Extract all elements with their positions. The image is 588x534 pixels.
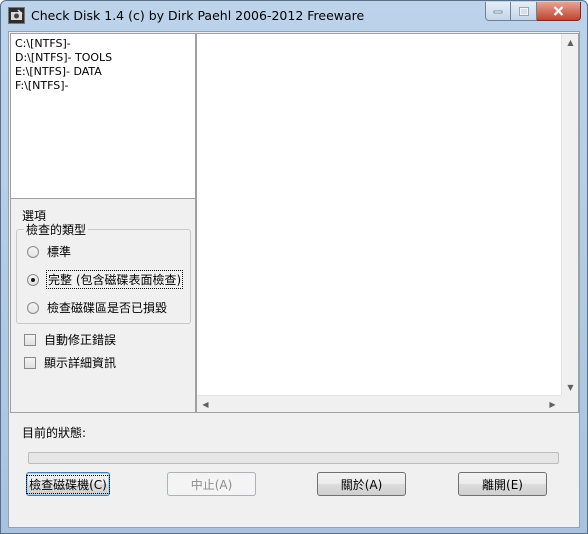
scroll-down-icon[interactable]: ▼ (562, 379, 579, 396)
minimize-button[interactable] (485, 2, 511, 21)
minimize-icon (493, 10, 503, 14)
radio-standard-label[interactable]: 標準 (47, 243, 71, 260)
vertical-scrollbar[interactable]: ▲ ▼ (561, 34, 578, 396)
radio-check-corruption[interactable]: 檢查磁碟區是否已損毀 (27, 299, 167, 316)
checkbox-auto-fix-box[interactable] (24, 333, 36, 346)
drive-item-f[interactable]: F:\[NTFS]- (15, 79, 191, 93)
app-window: Check Disk 1.4 (c) by Dirk Paehl 2006-20… (0, 0, 588, 534)
checkbox-verbose-label[interactable]: 顯示詳細資訊 (44, 354, 116, 371)
checkbox-auto-fix-label[interactable]: 自動修正錯誤 (44, 331, 116, 348)
scroll-left-icon[interactable]: ◀ (197, 396, 214, 413)
maximize-icon (518, 6, 529, 16)
radio-full-label[interactable]: 完整 (包含磁碟表面檢查) (45, 270, 184, 289)
check-disk-button-label: 檢查磁碟機(C) (26, 474, 110, 494)
status-label: 目前的狀態: (22, 426, 87, 440)
radio-standard-circle[interactable] (27, 245, 39, 258)
checkbox-verbose-box[interactable] (24, 356, 36, 369)
scroll-right-icon[interactable]: ▶ (544, 396, 561, 413)
radio-check-corruption-circle[interactable] (27, 301, 39, 314)
client-area: C:\[NTFS]- D:\[NTFS]- TOOLS E:\[NTFS]- D… (8, 31, 580, 528)
drive-list[interactable]: C:\[NTFS]- D:\[NTFS]- TOOLS E:\[NTFS]- D… (10, 33, 196, 199)
maximize-button[interactable] (511, 2, 537, 21)
title-bar[interactable]: Check Disk 1.4 (c) by Dirk Paehl 2006-20… (1, 1, 587, 31)
progress-bar (28, 452, 559, 464)
radio-full[interactable]: 完整 (包含磁碟表面檢查) (27, 270, 184, 289)
radio-standard[interactable]: 標準 (27, 243, 71, 260)
window-title: Check Disk 1.4 (c) by Dirk Paehl 2006-20… (31, 8, 365, 23)
scroll-up-icon[interactable]: ▲ (562, 34, 579, 51)
drive-item-d[interactable]: D:\[NTFS]- TOOLS (15, 51, 191, 65)
drive-item-e[interactable]: E:\[NTFS]- DATA (15, 65, 191, 79)
check-type-group: 檢查的類型 標準 完整 (包含磁碟表面檢查) 檢查磁碟區是否已損毀 (16, 221, 191, 324)
checkbox-verbose[interactable]: 顯示詳細資訊 (24, 354, 116, 371)
scrollbar-corner (561, 395, 578, 412)
drive-item-c[interactable]: C:\[NTFS]- (15, 37, 191, 51)
window-controls (485, 2, 581, 21)
close-icon (553, 6, 564, 16)
close-window-button[interactable] (537, 2, 581, 21)
radio-full-circle[interactable] (27, 273, 39, 286)
options-panel: 選項 檢查的類型 標準 完整 (包含磁碟表面檢查) 檢查磁碟區是否已損毀 自動修… (10, 199, 196, 413)
check-disk-button[interactable]: 檢查磁碟機(C) (26, 472, 110, 496)
check-type-label: 檢查的類型 (24, 221, 89, 238)
exit-button-label: 離開(E) (482, 477, 523, 492)
output-log-pane[interactable]: ▲ ▼ ◀ ▶ (196, 33, 579, 413)
exit-button[interactable]: 離開(E) (458, 472, 547, 496)
checkbox-auto-fix[interactable]: 自動修正錯誤 (24, 331, 116, 348)
stop-button-label: 中止(A) (190, 477, 233, 492)
stop-button[interactable]: 中止(A) (167, 472, 256, 496)
disk-check-app-icon (8, 7, 25, 24)
horizontal-scrollbar[interactable]: ◀ ▶ (197, 395, 561, 412)
radio-check-corruption-label[interactable]: 檢查磁碟區是否已損毀 (47, 299, 167, 316)
about-button[interactable]: 關於(A) (317, 472, 406, 496)
about-button-label: 關於(A) (340, 477, 383, 492)
